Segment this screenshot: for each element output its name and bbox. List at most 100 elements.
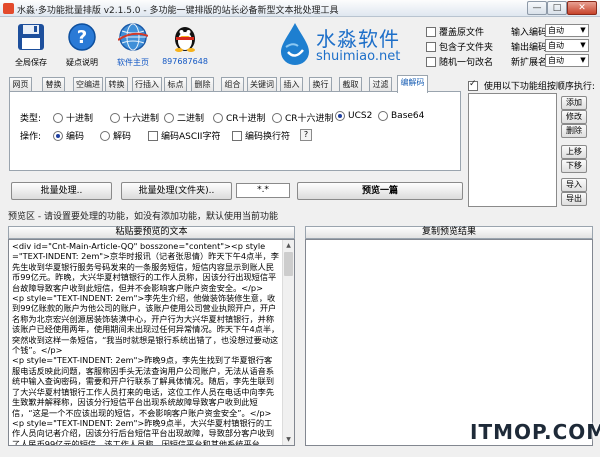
radio-binary-label: 二进制 <box>177 114 205 124</box>
homepage-link[interactable]: 软件主页 <box>108 22 158 67</box>
radio-cr-decimal-label: CR十进制 <box>226 114 266 124</box>
tab-punctuation[interactable]: 标点 <box>164 77 187 92</box>
radio-base64[interactable]: Base64 <box>378 111 424 122</box>
radio-ucs2-dot[interactable] <box>335 111 345 121</box>
scroll-down-icon[interactable]: ▼ <box>283 434 294 445</box>
copy-result-header[interactable]: 复制预览结果 <box>305 226 593 239</box>
overwrite-checkbox-box[interactable] <box>426 26 436 37</box>
preview-one-button[interactable]: 预览一篇 <box>297 182 463 200</box>
radio-decimal-label: 十进制 <box>66 114 94 124</box>
import-button[interactable]: 导入 <box>561 178 587 192</box>
close-button[interactable]: ✕ <box>567 1 597 15</box>
app-icon <box>3 3 14 14</box>
tab-delete[interactable]: 删除 <box>191 77 214 92</box>
operation-label: 操作: <box>20 132 42 142</box>
globe-icon <box>118 23 148 51</box>
encode-ascii-label: 编码ASCII字符 <box>161 132 221 142</box>
chevron-down-icon: ▼ <box>580 56 586 64</box>
type-row: 类型: 十进制 十六进制 二进制 CR十进制 CR十六进制 UCS2 Base6… <box>20 111 450 124</box>
radio-encode[interactable]: 编码 <box>53 129 84 142</box>
radio-binary-dot[interactable] <box>164 112 174 123</box>
qq-label: 897687648 <box>162 57 208 66</box>
type-label: 类型: <box>20 114 42 124</box>
operation-row: 操作: 编码 解码 编码ASCII字符 编码换行符 ? <box>20 129 450 142</box>
subfolders-label: 包含子文件夹 <box>439 43 494 53</box>
tab-webpage[interactable]: 网页 <box>9 77 32 92</box>
radio-cr-decimal-dot[interactable] <box>213 112 223 123</box>
preview-one-label: 预览一篇 <box>361 186 398 196</box>
file-filter-input[interactable]: *.* <box>236 183 290 198</box>
export-button[interactable]: 导出 <box>561 192 587 206</box>
tab-extract[interactable]: 截取 <box>339 77 362 92</box>
brand-logo: 水淼软件 shuimiao.net <box>278 20 418 68</box>
radio-cr-hex-dot[interactable] <box>272 112 282 123</box>
radio-hex[interactable]: 十六进制 <box>110 111 159 124</box>
minimize-button[interactable]: — <box>527 1 547 15</box>
output-encoding-select[interactable]: 自动 ▼ <box>545 39 589 52</box>
function-chain-checkbox[interactable] <box>468 79 478 91</box>
tab-newline[interactable]: 换行 <box>309 77 332 92</box>
help-icon: ? <box>68 23 96 51</box>
batch-process-button[interactable]: 批量处理.. <box>11 182 112 200</box>
input-encoding-select[interactable]: 自动 ▼ <box>545 24 589 37</box>
overwrite-label: 覆盖原文件 <box>439 28 485 38</box>
global-save-button[interactable]: 全局保存 <box>6 22 56 67</box>
vertical-scrollbar[interactable]: ▲ ▼ <box>282 240 294 445</box>
qq-contact-link[interactable]: 897687648 <box>160 22 210 67</box>
function-tabs: 网页 替换 空编进 转换 行插入 标点 删除 组合 关键词 插入 换行 截取 过… <box>9 75 461 93</box>
radio-decimal-dot[interactable] <box>53 112 63 123</box>
subfolders-checkbox[interactable]: 包含子文件夹 <box>426 40 506 53</box>
encode-ascii-checkbox[interactable]: 编码ASCII字符 <box>148 129 220 142</box>
tab-line-insert[interactable]: 行插入 <box>132 77 162 92</box>
paste-preview-header[interactable]: 粘贴要预览的文本 <box>8 226 295 239</box>
tab-convert[interactable]: 转换 <box>105 77 128 92</box>
random-line-checkbox-box[interactable] <box>426 56 436 67</box>
scroll-up-icon[interactable]: ▲ <box>283 240 294 251</box>
radio-base64-dot[interactable] <box>378 111 388 121</box>
add-button[interactable]: 添加 <box>561 96 587 110</box>
overwrite-checkbox[interactable]: 覆盖原文件 <box>426 25 506 38</box>
move-down-button[interactable]: 下移 <box>561 159 587 173</box>
site-watermark: ITMOP.COM <box>470 420 600 444</box>
encode-newline-checkbox-box[interactable] <box>232 130 242 141</box>
random-line-checkbox[interactable]: 随机一句改名 <box>426 55 506 68</box>
tab-combine[interactable]: 组合 <box>221 77 244 92</box>
save-label: 全局保存 <box>15 58 47 67</box>
encode-ascii-checkbox-box[interactable] <box>148 130 158 141</box>
result-text-area[interactable] <box>305 239 593 446</box>
subfolders-checkbox-box[interactable] <box>426 41 436 52</box>
scrollbar-thumb[interactable] <box>284 252 293 276</box>
logo-domain-text: shuimiao.net <box>316 49 401 64</box>
tab-whitespace[interactable]: 空编进 <box>73 77 103 92</box>
source-text: <div id="Cnt-Main-Article-QQ" bosszone="… <box>12 241 280 446</box>
function-chain-list[interactable] <box>468 93 557 207</box>
move-up-button[interactable]: 上移 <box>561 145 587 159</box>
radio-ucs2[interactable]: UCS2 <box>335 111 372 122</box>
help-button[interactable]: ? 疑点说明 <box>57 22 107 67</box>
radio-cr-decimal[interactable]: CR十进制 <box>213 111 266 124</box>
tab-encode-decode[interactable]: 编解码 <box>397 75 428 93</box>
window-title: 水淼·多功能批量排版 v2.1.5.0 - 多功能一键排版的站长必备新型文本批处… <box>17 6 339 16</box>
encode-newline-checkbox[interactable]: 编码换行符 <box>232 129 290 142</box>
radio-decode-dot[interactable] <box>100 130 110 141</box>
new-extension-select[interactable]: 自动 ▼ <box>545 54 589 67</box>
tab-insert[interactable]: 插入 <box>280 77 303 92</box>
radio-cr-hex[interactable]: CR十六进制 <box>272 111 334 124</box>
radio-decimal[interactable]: 十进制 <box>53 111 93 124</box>
edit-button[interactable]: 修改 <box>561 110 587 124</box>
tab-keywords[interactable]: 关键词 <box>247 77 277 92</box>
radio-decode[interactable]: 解码 <box>100 129 131 142</box>
batch-folder-button[interactable]: 批量处理(文件夹).. <box>121 182 232 200</box>
function-chain-option[interactable]: 使用以下功能组按顺序执行: <box>468 79 595 92</box>
function-chain-label: 使用以下功能组按顺序执行: <box>483 82 595 92</box>
tab-filter[interactable]: 过滤 <box>369 77 392 92</box>
radio-binary[interactable]: 二进制 <box>164 111 204 124</box>
radio-encode-dot[interactable] <box>53 130 63 141</box>
encode-decode-panel: 类型: 十进制 十六进制 二进制 CR十进制 CR十六进制 UCS2 Base6… <box>9 91 461 171</box>
maximize-button[interactable]: □ <box>547 1 567 15</box>
radio-hex-dot[interactable] <box>110 112 120 123</box>
encode-help-button[interactable]: ? <box>300 129 312 141</box>
tab-replace[interactable]: 替换 <box>42 77 65 92</box>
source-text-area[interactable]: <div id="Cnt-Main-Article-QQ" bosszone="… <box>8 239 295 446</box>
delete-button[interactable]: 删除 <box>561 124 587 138</box>
